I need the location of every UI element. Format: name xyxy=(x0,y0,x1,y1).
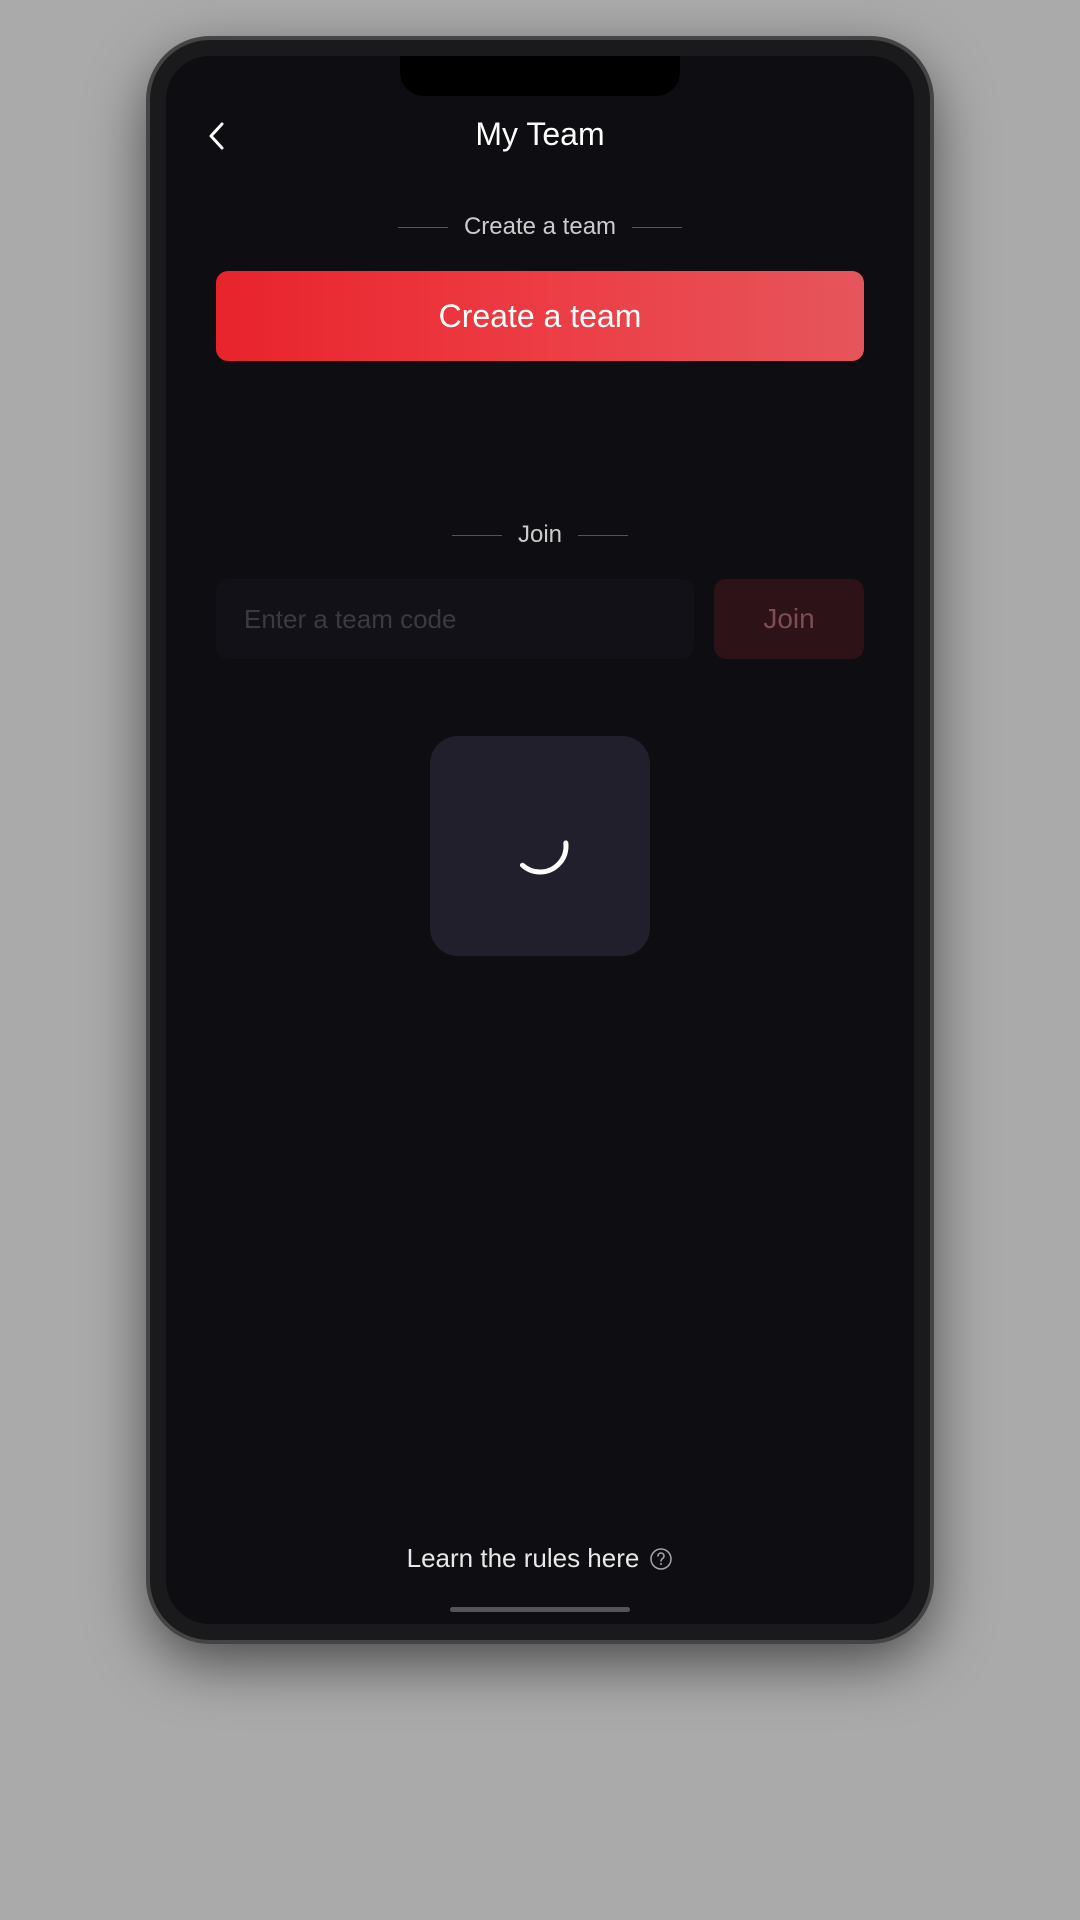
team-code-input[interactable] xyxy=(216,579,694,659)
spinner-icon xyxy=(508,814,572,878)
join-button[interactable]: Join xyxy=(714,579,864,659)
back-button[interactable] xyxy=(196,116,236,156)
create-section: Create a team Create a team xyxy=(166,173,914,361)
divider-line xyxy=(398,227,448,228)
join-section: Join Join xyxy=(166,481,914,659)
join-row: Join xyxy=(216,579,864,659)
chevron-left-icon xyxy=(208,122,224,150)
divider-line xyxy=(578,535,628,536)
divider-line xyxy=(632,227,682,228)
page-title: My Team xyxy=(475,116,604,153)
create-team-button[interactable]: Create a team xyxy=(216,271,864,361)
device-notch xyxy=(400,56,680,96)
footer-text: Learn the rules here xyxy=(407,1543,640,1574)
create-section-label: Create a team xyxy=(464,213,616,241)
join-section-divider: Join xyxy=(216,521,864,549)
phone-frame: My Team Create a team Create a team Join… xyxy=(150,40,930,1640)
app-screen: My Team Create a team Create a team Join… xyxy=(166,56,914,1624)
divider-line xyxy=(452,535,502,536)
join-section-label: Join xyxy=(518,521,562,549)
loading-overlay xyxy=(430,736,650,956)
home-indicator xyxy=(450,1607,630,1612)
footer-link[interactable]: Learn the rules here xyxy=(166,1543,914,1574)
help-icon xyxy=(649,1547,673,1571)
create-section-divider: Create a team xyxy=(216,213,864,241)
